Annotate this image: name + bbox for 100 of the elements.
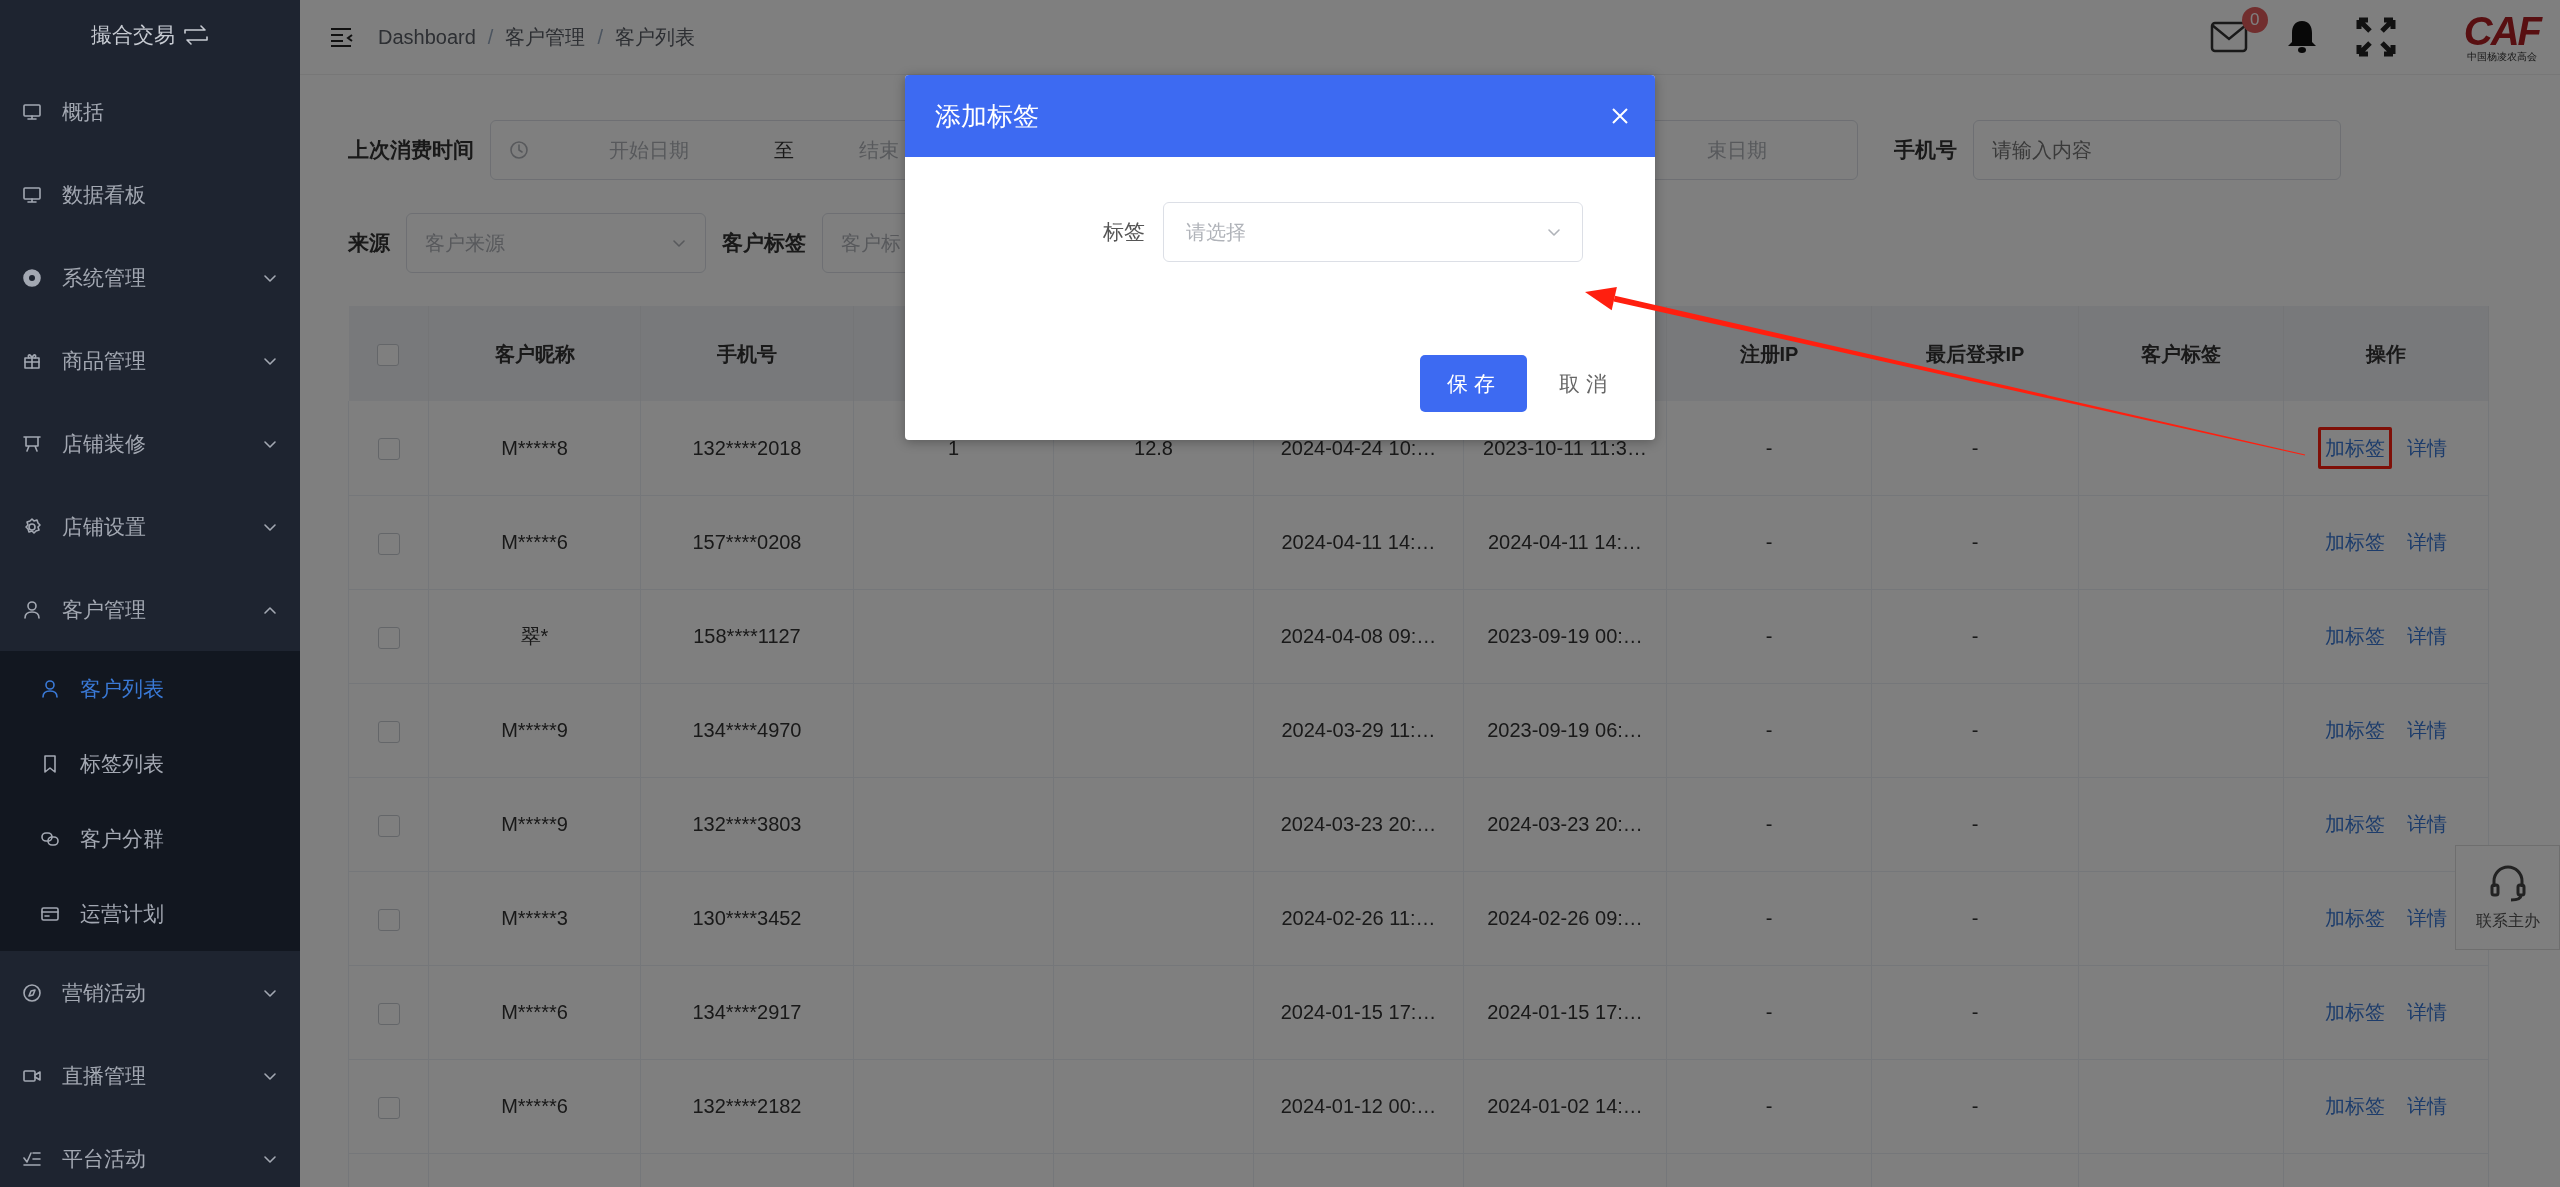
sidebar-item[interactable]: 系统管理: [0, 236, 300, 319]
add-tag-link[interactable]: 加标签: [2318, 709, 2392, 751]
save-button[interactable]: 保存: [1420, 355, 1527, 412]
sidebar-item[interactable]: 店铺设置: [0, 485, 300, 568]
table-cell: 132****3803: [692, 813, 802, 835]
menu-icon[interactable]: [330, 27, 354, 47]
table-cell: 158****1127: [693, 625, 801, 647]
details-link[interactable]: 详情: [2400, 615, 2454, 657]
row-checkbox[interactable]: [377, 908, 400, 931]
add-tag-link[interactable]: 加标签: [2318, 615, 2392, 657]
sidebar-item[interactable]: 数据看板: [0, 153, 300, 236]
table-cell: 157****0208: [692, 531, 802, 553]
add-tag-link[interactable]: 加标签: [2318, 991, 2392, 1033]
row-checkbox[interactable]: [377, 720, 400, 743]
breadcrumb-separator: /: [487, 25, 494, 50]
table-cell: 2024-04-11 14:…: [1281, 531, 1436, 553]
table-cell: -: [1765, 1001, 1773, 1023]
contact-widget[interactable]: 联系主办: [2455, 845, 2560, 950]
table-cell: -: [1971, 1001, 1979, 1023]
column-header: 客户标签: [2141, 342, 2221, 365]
logo-text: CAF: [2463, 11, 2540, 51]
field-label: 标签: [1103, 219, 1145, 246]
compass-icon: [22, 982, 42, 1003]
add-tag-link[interactable]: 加标签: [2318, 426, 2392, 469]
table-cell: 132****2182: [692, 1095, 802, 1117]
table-cell: 130****3452: [692, 907, 802, 929]
row-checkbox[interactable]: [377, 626, 400, 649]
table-cell: -: [1971, 531, 1979, 553]
details-link[interactable]: 详情: [2400, 991, 2454, 1033]
cancel-button[interactable]: 取消: [1553, 366, 1619, 401]
gear-icon: [22, 516, 42, 537]
table-cell: 2024-03-29 11:…: [1281, 719, 1436, 741]
sidebar-subitem[interactable]: 客户列表: [0, 651, 300, 726]
row-checkbox[interactable]: [377, 814, 400, 837]
table-cell: 2024-04-11 14:…: [1487, 531, 1643, 553]
row-checkbox[interactable]: [377, 1096, 400, 1119]
table-cell: 2024-02-26 09:…: [1487, 907, 1643, 929]
monitor-icon: [22, 184, 42, 205]
row-checkbox[interactable]: [377, 438, 400, 461]
breadcrumb-item[interactable]: Dashboard: [378, 22, 476, 52]
sidebar-item[interactable]: 营销活动: [0, 951, 300, 1034]
sidebar-item[interactable]: 店铺装修: [0, 402, 300, 485]
sidebar-item[interactable]: 商品管理: [0, 319, 300, 402]
filter-label: 客户标签: [722, 230, 806, 257]
user-icon: [40, 678, 60, 699]
filter-label: 来源: [348, 230, 390, 257]
sidebar-item[interactable]: 客户管理: [0, 568, 300, 651]
notification-badge: 0: [2241, 7, 2268, 33]
sidebar-subitem[interactable]: 客户分群: [0, 801, 300, 876]
row-checkbox[interactable]: [377, 532, 400, 555]
sidebar-subitem[interactable]: 标签列表: [0, 726, 300, 801]
table-cell: M*****6: [501, 1001, 568, 1023]
table-cell: -: [1971, 436, 1979, 459]
table-cell: 1: [947, 436, 960, 459]
table-cell: 2024-03-23 20:…: [1487, 813, 1643, 835]
table-cell: -: [1765, 531, 1773, 553]
table-cell: 2024-02-26 11:…: [1281, 907, 1436, 929]
swap-icon[interactable]: [183, 24, 209, 46]
table-cell: M*****6: [501, 1095, 568, 1117]
table-cell: -: [1765, 436, 1773, 459]
select-all-checkbox[interactable]: [377, 344, 400, 367]
monitor-icon: [22, 101, 42, 122]
details-link[interactable]: 详情: [2400, 521, 2454, 563]
fullscreen-icon[interactable]: [2355, 17, 2396, 57]
easel-icon: [22, 433, 42, 454]
column-header: 手机号: [717, 342, 777, 365]
lifebuoy-icon: [22, 267, 42, 288]
details-link[interactable]: 详情: [2400, 426, 2454, 469]
table-cell: -: [1971, 813, 1979, 835]
row-checkbox[interactable]: [377, 1002, 400, 1025]
sidebar-subitem[interactable]: 运营计划: [0, 876, 300, 951]
add-tag-link[interactable]: 加标签: [2318, 521, 2392, 563]
add-tag-link[interactable]: 加标签: [2318, 803, 2392, 845]
table-cell: 翠*: [520, 625, 549, 647]
close-icon: [1611, 107, 1629, 125]
table-cell: M*****8: [501, 436, 568, 459]
table-cell: 2024-01-02 14:…: [1487, 1095, 1643, 1117]
table-cell: 2023-09-19 00:…: [1487, 625, 1643, 647]
details-link[interactable]: 详情: [2400, 709, 2454, 751]
add-tag-link[interactable]: 加标签: [2318, 897, 2392, 939]
mail-icon[interactable]: [2209, 21, 2248, 53]
add-tag-link[interactable]: 加标签: [2318, 1085, 2392, 1127]
table-cell: 2024-04-24 10:…: [1280, 436, 1437, 459]
table-cell: M*****9: [501, 719, 568, 741]
sidebar-item[interactable]: 平台活动: [0, 1117, 300, 1187]
details-link[interactable]: 详情: [2400, 803, 2454, 845]
phone-input[interactable]: 请输入内容: [1973, 120, 2341, 180]
column-header: 客户昵称: [494, 342, 575, 365]
details-link[interactable]: 详情: [2400, 897, 2454, 939]
table-cell: 2023-10-11 11:3…: [1483, 436, 1647, 459]
tag-select[interactable]: 请选择: [1163, 202, 1583, 262]
table-cell: 2024-01-12 00:…: [1280, 1095, 1437, 1117]
details-link[interactable]: 详情: [2400, 1085, 2454, 1127]
breadcrumb-item: 客户列表: [614, 25, 695, 50]
sidebar-title: 撮合交易: [91, 22, 175, 49]
sidebar-item[interactable]: 概括: [0, 70, 300, 153]
sidebar-item[interactable]: 直播管理: [0, 1034, 300, 1117]
breadcrumb-item[interactable]: 客户管理: [505, 22, 586, 52]
filter-label: 手机号: [1894, 137, 1957, 164]
table-cell: -: [1765, 907, 1773, 929]
